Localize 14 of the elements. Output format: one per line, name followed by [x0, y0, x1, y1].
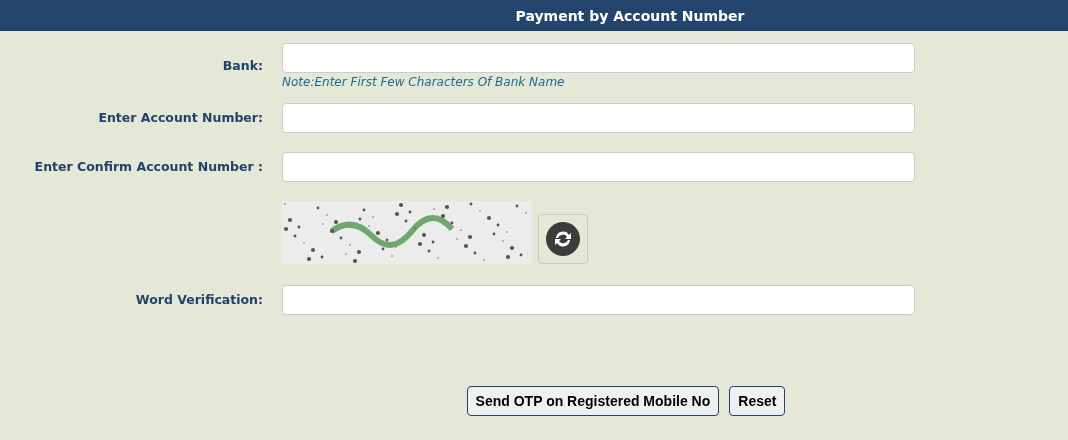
refresh-icon	[545, 221, 581, 257]
input-field[interactable]	[282, 103, 915, 133]
form-button[interactable]: Reset	[729, 386, 786, 416]
input-field[interactable]	[282, 43, 915, 73]
form-button[interactable]: Send OTP on Registered Mobile No	[466, 386, 720, 416]
input-field[interactable]	[282, 152, 915, 182]
field-label: Bank:	[221, 57, 263, 75]
field-label: Enter Confirm Account Number :	[33, 158, 263, 176]
page-title: Payment by Account Number	[515, 7, 745, 24]
field-label: Word Verification:	[134, 291, 263, 309]
field-note: Note:Enter First Few Characters Of Bank Name	[282, 75, 565, 89]
refresh-button[interactable]	[538, 214, 588, 264]
input-field[interactable]	[282, 285, 915, 315]
field-label: Enter Account Number:	[97, 109, 263, 127]
